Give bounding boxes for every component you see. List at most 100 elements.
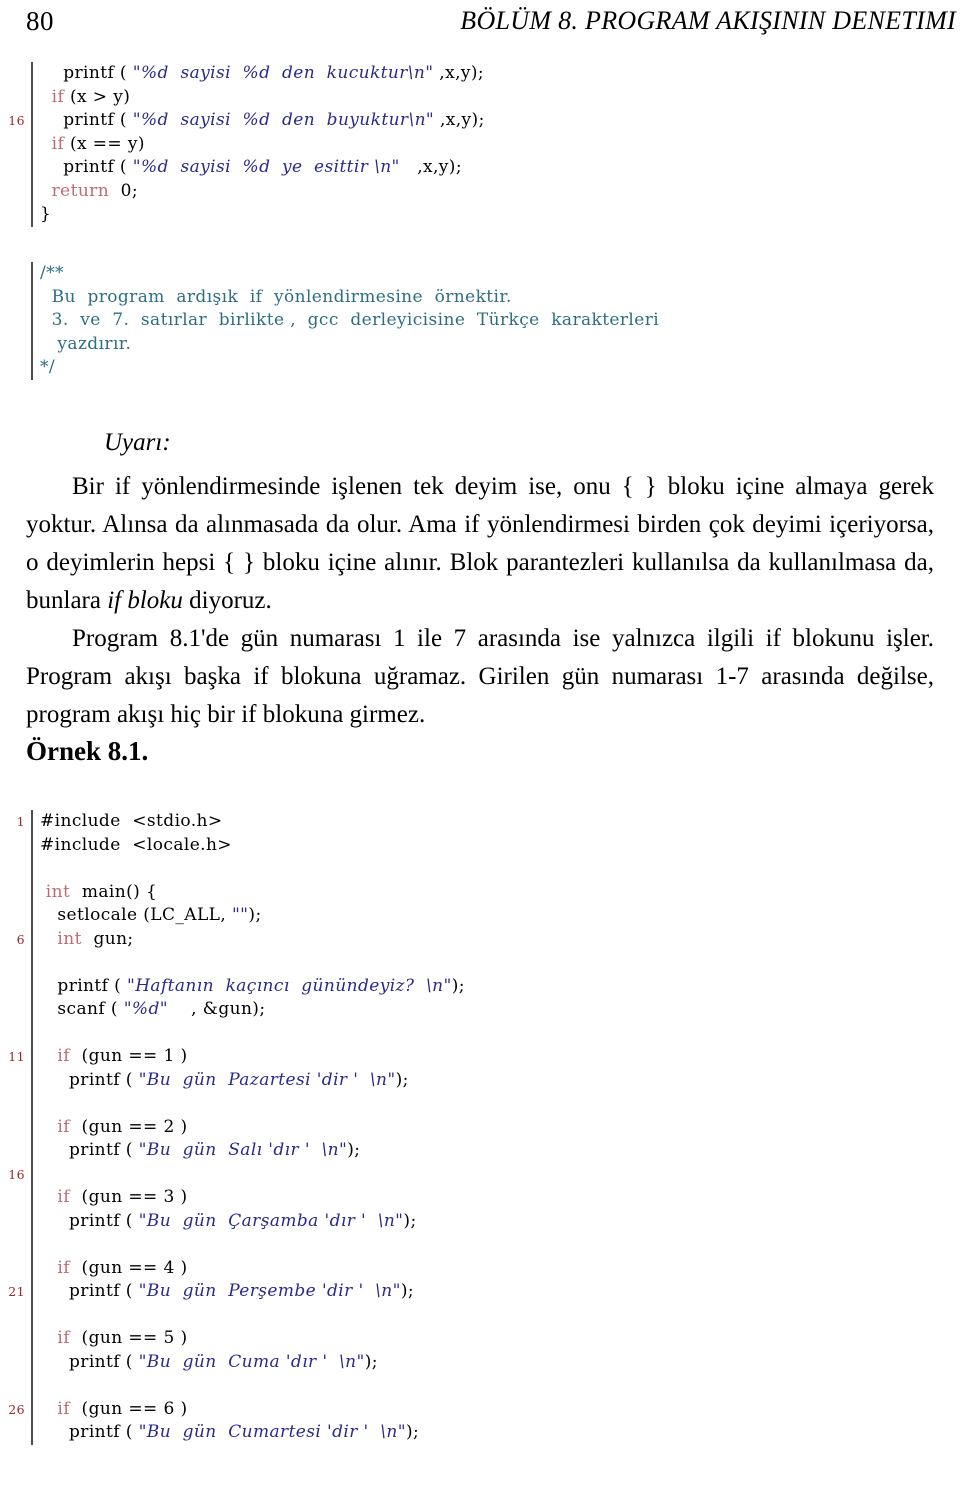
code-token-plain: printf ( (40, 110, 133, 130)
code-token-kw: if (40, 1046, 70, 1066)
code-token-plain: ); (248, 905, 262, 925)
page-number: 80 (26, 5, 54, 36)
code-token-kw: return (40, 180, 110, 201)
line-number: 11 (8, 1049, 25, 1064)
paragraph-text: Bir if yönlendirmesinde işlenen tek deyi… (26, 468, 934, 620)
code-token-plain: printf ( (40, 157, 133, 177)
code-line: if (gun == 4 ) (0, 1257, 960, 1281)
code-token-plain: } (40, 204, 52, 224)
code-token-cmt: Bu program ardışık if yönlendirmesine ör… (40, 286, 512, 307)
callout-label: Uyarı: (104, 429, 171, 456)
code-line: printf ( "Bu gün Cumartesi 'dir ' \n"); (0, 1421, 960, 1445)
paragraph-italic-term: if bloku (107, 587, 183, 614)
page-running-header: 80 BÖLÜM 8. PROGRAM AKIŞININ DENETIMI (0, 0, 960, 42)
code-line: 3. ve 7. satırlar birlikte , gcc derleyi… (0, 309, 960, 333)
code-line: return 0; (0, 180, 960, 204)
code-token-kw: if (40, 1398, 70, 1419)
code-token-kw: int (40, 928, 82, 949)
code-token-plain: ); (451, 975, 465, 996)
code-token-cmt: yazdırır. (40, 333, 132, 354)
code-line: if (x == y) (0, 133, 960, 157)
code-lines: 1 #include <stdio.h> #include <locale.h> i… (0, 810, 960, 1445)
code-line: } (0, 203, 960, 227)
code-token-plain: printf ( (40, 975, 127, 996)
code-token-str: "Bu gün Cuma 'dır ' \n" (138, 1351, 365, 1372)
code-line: if (x > y) (0, 86, 960, 110)
code-line: 21 printf ( "Bu gün Perşembe 'dir ' \n")… (0, 1280, 960, 1304)
line-number: 6 (16, 931, 25, 947)
code-line: printf ( "%d sayisi %d den kucuktur\n" ,… (0, 62, 960, 86)
code-line: 6 int gun; (0, 928, 960, 952)
code-line: printf ( "Bu gün Cuma 'dır ' \n"); (0, 1351, 960, 1375)
code-token-plain: printf ( (40, 1140, 139, 1160)
code-token-plain: ); (400, 1281, 415, 1301)
code-line: setlocale (LC_ALL, ""); (0, 904, 960, 928)
code-line: printf ( "Bu gün Çarşamba 'dır ' \n"); (0, 1210, 960, 1234)
code-token-cmt: 3. ve 7. satırlar birlikte , gcc derleyi… (40, 310, 660, 330)
code-lines: printf ( "%d sayisi %d den kucuktur\n" ,… (0, 62, 960, 227)
paragraph-warning-body: Bir if yönlendirmesinde işlenen tek deyi… (26, 468, 934, 620)
line-number: 1 (16, 814, 25, 829)
code-listing-continued: printf ( "%d sayisi %d den kucuktur\n" ,… (0, 62, 960, 227)
code-token-cmt: /** (40, 263, 64, 283)
code-token-plain: printf ( (40, 1210, 139, 1231)
code-token-plain: scanf ( (40, 999, 124, 1019)
code-token-kw: if (40, 1116, 70, 1137)
code-token-plain: setlocale (LC_ALL, (40, 905, 232, 925)
code-token-plain: (x == y) (64, 133, 145, 154)
code-token-plain: ); (403, 1210, 417, 1231)
code-token-str: "Bu gün Salı 'dır ' \n" (138, 1140, 348, 1160)
code-token-plain: (gun == 3 ) (69, 1187, 188, 1207)
code-token-str: "" (231, 905, 249, 925)
code-token-str: "Bu gün Çarşamba 'dır ' \n" (138, 1210, 404, 1231)
code-token-str: "%d" (123, 999, 168, 1019)
code-token-kw: if (40, 1257, 70, 1278)
code-token-plain: ); (364, 1351, 378, 1372)
code-token-str: "Bu gün Perşembe 'dir ' \n" (138, 1281, 401, 1301)
line-number: 26 (8, 1401, 25, 1417)
code-listing-example-8-1: 1 #include <stdio.h> #include <locale.h> i… (0, 810, 960, 1445)
code-token-kw: int (40, 881, 71, 902)
code-token-str: "%d sayisi %d den buyuktur\n" (132, 110, 435, 130)
code-token-plain: (gun == 4 ) (69, 1257, 188, 1278)
code-token-plain: ); (405, 1422, 420, 1442)
code-token-plain: main() { (70, 881, 158, 902)
paragraph-program-flow: Program 8.1'de gün numarası 1 ile 7 aras… (26, 620, 934, 734)
code-token-plain: printf ( (40, 1281, 139, 1301)
code-token-str: "Bu gün Cumartesi 'dir ' \n" (138, 1422, 406, 1442)
code-token-plain: printf ( (40, 1351, 139, 1372)
chapter-title: BÖLÜM 8. PROGRAM AKIŞININ DENETIMI (460, 6, 956, 35)
code-line: 26 if (gun == 6 ) (0, 1398, 960, 1422)
code-token-plain: ,x,y); (399, 157, 462, 177)
code-line: if (gun == 3 ) (0, 1186, 960, 1210)
example-heading: Örnek 8.1. (26, 736, 149, 766)
code-token-plain: 0; (109, 180, 139, 201)
code-token-plain: ); (347, 1140, 361, 1160)
code-line: 11 if (gun == 1 ) (0, 1045, 960, 1069)
code-lines: /** Bu program ardışık if yönlendirmesin… (0, 262, 960, 380)
code-line: if (gun == 5 ) (0, 1327, 960, 1351)
code-token-plain: ,x,y); (434, 110, 485, 130)
code-line: scanf ( "%d" , &gun); (0, 998, 960, 1022)
code-token-kw: if (40, 1328, 70, 1348)
line-number: 16 (8, 113, 25, 128)
code-line: if (gun == 2 ) (0, 1116, 960, 1140)
code-token-kw: if (40, 133, 65, 154)
line-number: 16 (8, 1166, 25, 1182)
code-token-str: "Haftanın kaçıncı günündeyiz? \n" (126, 975, 452, 996)
paragraph-body: Program 8.1'de gün numarası 1 ile 7 aras… (26, 625, 934, 728)
paragraph-text: Program 8.1'de gün numarası 1 ile 7 aras… (26, 620, 934, 734)
code-line: printf ( "Bu gün Pazartesi 'dir ' \n"); (0, 1069, 960, 1093)
code-token-plain: , &gun); (167, 999, 266, 1019)
code-line: #include <locale.h> (0, 834, 960, 858)
code-line: printf ( "Bu gün Salı 'dır ' \n"); (0, 1139, 960, 1163)
code-line: yazdırır. (0, 333, 960, 357)
code-token-kw: if (40, 86, 65, 107)
code-line: int main() { (0, 881, 960, 905)
code-line: 16 printf ( "%d sayisi %d den buyuktur\n… (0, 109, 960, 133)
code-line: Bu program ardışık if yönlendirmesine ör… (0, 286, 960, 310)
code-token-plain: printf ( (40, 1069, 139, 1090)
